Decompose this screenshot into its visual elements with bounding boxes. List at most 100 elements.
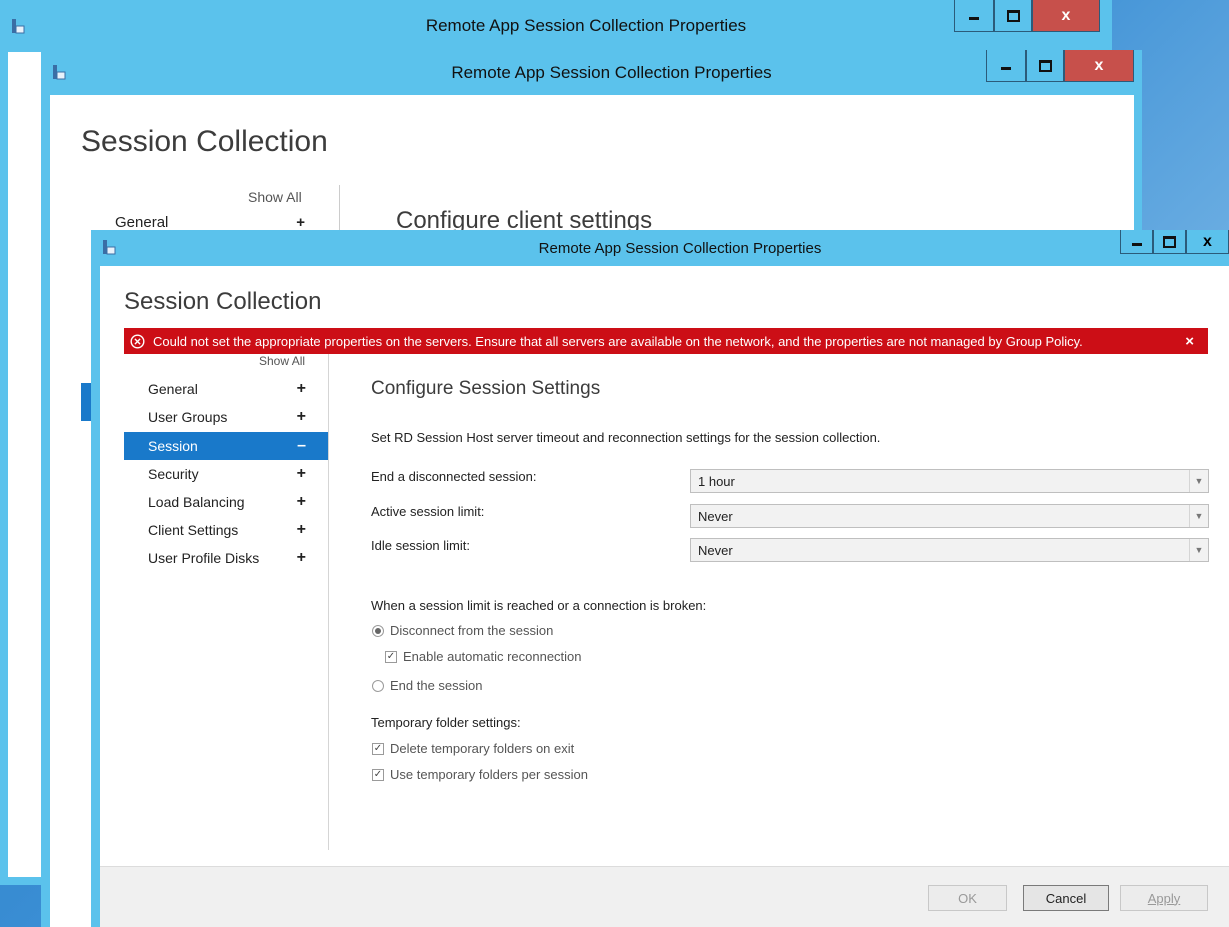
cancel-button[interactable]: Cancel — [1023, 885, 1109, 911]
error-banner: Could not set the appropriate properties… — [124, 328, 1208, 354]
front-window-controls: x — [1120, 230, 1229, 254]
expand-icon: + — [296, 549, 306, 566]
use-temp-checkbox[interactable]: ✓ Use temporary folders per session — [372, 767, 588, 782]
app-icon — [53, 65, 66, 80]
chevron-down-icon: ▼ — [1189, 539, 1208, 561]
auto-reconnect-checkbox[interactable]: ✓ Enable automatic reconnection — [385, 649, 582, 664]
show-all-link[interactable]: Show All — [259, 354, 305, 368]
window-title: Remote App Session Collection Properties — [451, 62, 772, 82]
radio-empty-icon — [372, 679, 384, 692]
minimize-icon — [1131, 242, 1142, 246]
checkmark-icon: ✓ — [372, 742, 384, 755]
checkmark-icon: ✓ — [372, 768, 384, 781]
close-icon: x — [1203, 232, 1212, 250]
expand-icon: + — [296, 408, 306, 425]
nav-item-client-settings[interactable]: Client Settings + — [124, 516, 328, 544]
nav-item-label: User Profile Disks — [148, 550, 260, 566]
nav-item-label: User Groups — [148, 409, 228, 425]
button-label: Apply — [1147, 890, 1181, 906]
window-title: Remote App Session Collection Properties — [538, 239, 822, 257]
option-label: Disconnect from the session — [390, 623, 554, 638]
end-disconnected-select[interactable]: 1 hour ▼ — [690, 469, 1209, 493]
expand-icon: + — [296, 380, 306, 397]
minimize-button[interactable] — [986, 50, 1026, 82]
nav-item-label: Load Balancing — [148, 494, 245, 510]
maximize-icon — [1163, 235, 1176, 248]
active-limit-label: Active session limit: — [371, 504, 485, 519]
nav-divider — [328, 354, 329, 850]
back-window-2-controls: x — [986, 50, 1134, 82]
error-message: Could not set the appropriate properties… — [153, 333, 1083, 349]
nav-item-label: Client Settings — [148, 522, 239, 538]
maximize-button[interactable] — [994, 0, 1032, 32]
collapse-icon: – — [297, 437, 306, 454]
minimize-button[interactable] — [1120, 230, 1153, 254]
expand-icon: + — [296, 493, 306, 510]
chevron-down-icon: ▼ — [1189, 470, 1208, 492]
expand-icon: + — [296, 465, 306, 482]
app-icon — [103, 240, 116, 255]
maximize-button[interactable] — [1026, 50, 1064, 82]
option-label: Delete temporary folders on exit — [390, 741, 575, 756]
nav-item-general[interactable]: General + — [124, 375, 328, 403]
front-window: Remote App Session Collection Properties… — [91, 230, 1229, 927]
button-bar: OK Cancel Apply — [100, 866, 1229, 927]
close-icon: x — [1094, 56, 1104, 74]
nav-item-session[interactable]: Session – — [124, 432, 328, 460]
option-label: End the session — [390, 678, 483, 693]
minimize-button[interactable] — [954, 0, 994, 32]
radio-selected-icon — [372, 624, 384, 637]
minimize-icon — [969, 17, 979, 20]
section-title: Configure Session Settings — [371, 378, 601, 399]
select-value: Never — [698, 542, 733, 558]
nav-item-label: General — [148, 381, 198, 397]
section-description: Set RD Session Host server timeout and r… — [371, 430, 881, 445]
apply-button[interactable]: Apply — [1120, 885, 1208, 911]
nav-item-label: Security — [148, 466, 199, 482]
close-button[interactable]: x — [1064, 50, 1134, 82]
window-title: Remote App Session Collection Properties — [425, 16, 747, 35]
chevron-down-icon: ▼ — [1189, 505, 1208, 527]
expand-icon: + — [296, 521, 306, 538]
front-window-client: Session Collection Could not set the app… — [100, 266, 1229, 927]
nav-item-load-balancing[interactable]: Load Balancing + — [124, 488, 328, 516]
nav-item-label: Session — [148, 438, 198, 454]
maximize-icon — [1038, 59, 1052, 72]
close-button[interactable]: x — [1186, 230, 1229, 254]
app-icon — [12, 19, 25, 34]
option-label: Use temporary folders per session — [390, 767, 588, 782]
error-circle-icon — [130, 333, 145, 349]
ok-button[interactable]: OK — [928, 885, 1007, 911]
idle-limit-select[interactable]: Never ▼ — [690, 538, 1209, 562]
end-session-radio[interactable]: End the session — [372, 678, 483, 693]
back-window-2-titlebar[interactable]: Remote App Session Collection Properties — [41, 50, 1142, 95]
error-close-icon[interactable]: × — [1185, 333, 1194, 350]
idle-limit-label: Idle session limit: — [371, 538, 470, 553]
active-limit-select[interactable]: Never ▼ — [690, 504, 1209, 528]
nav-item-user-profile-disks[interactable]: User Profile Disks + — [124, 544, 328, 572]
nav-item-label: General — [115, 214, 169, 231]
back-window-1-controls: x — [954, 0, 1100, 32]
nav-item-user-groups[interactable]: User Groups + — [124, 403, 328, 431]
show-all-link[interactable]: Show All — [248, 189, 302, 205]
close-icon: x — [1061, 6, 1071, 24]
limit-reached-label: When a session limit is reached or a con… — [371, 598, 707, 613]
maximize-icon — [1006, 9, 1020, 22]
page-title: Session Collection — [124, 288, 322, 315]
nav-item-general[interactable]: General + — [115, 214, 305, 231]
page-title: Session Collection — [81, 125, 328, 158]
minimize-icon — [1001, 67, 1011, 70]
delete-temp-checkbox[interactable]: ✓ Delete temporary folders on exit — [372, 741, 574, 756]
front-window-titlebar[interactable]: Remote App Session Collection Properties — [91, 230, 1229, 266]
button-label: Cancel — [1045, 890, 1087, 906]
maximize-button[interactable] — [1153, 230, 1186, 254]
option-label: Enable automatic reconnection — [403, 649, 582, 664]
select-value: Never — [698, 508, 733, 524]
back-window-1-titlebar[interactable]: Remote App Session Collection Properties — [0, 0, 1112, 52]
select-value: 1 hour — [698, 473, 735, 489]
close-button[interactable]: x — [1032, 0, 1100, 32]
disconnect-radio[interactable]: Disconnect from the session — [372, 623, 553, 638]
expand-icon: + — [296, 214, 305, 231]
nav-item-security[interactable]: Security + — [124, 460, 328, 488]
end-disconnected-label: End a disconnected session: — [371, 469, 537, 484]
